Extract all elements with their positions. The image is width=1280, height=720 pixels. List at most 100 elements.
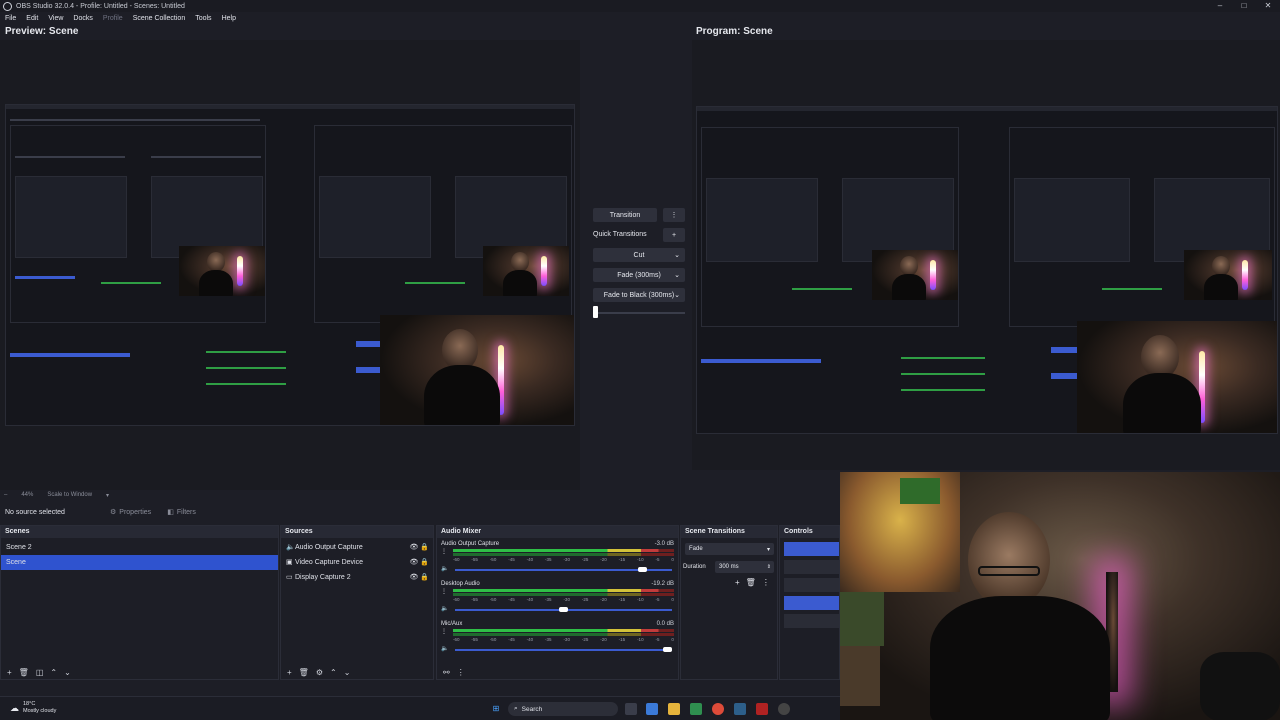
plus-icon: +	[671, 231, 677, 239]
scenes-toolbar: + 🗑 ◫ ⌃ ⌄	[1, 665, 278, 679]
chevron-down-icon: ⌄	[674, 252, 680, 259]
virtual-camera-button[interactable]	[784, 578, 839, 592]
eye-icon[interactable]: 👁	[409, 574, 418, 581]
eye-icon[interactable]: 👁	[409, 559, 418, 566]
chevron-down-icon: ▾	[766, 546, 770, 553]
add-icon[interactable]: +	[287, 668, 292, 677]
minimize-button[interactable]: –	[1208, 0, 1232, 12]
filter-icon[interactable]: ◫	[36, 668, 44, 677]
meter-tick-label: -45	[508, 557, 515, 562]
chrome-icon[interactable]	[712, 703, 724, 715]
trash-icon[interactable]: 🗑	[19, 668, 29, 677]
source-item[interactable]: 🔈Audio Output Capture 👁 🔒	[281, 540, 433, 555]
menu-profile[interactable]: Profile	[103, 15, 123, 22]
transition-select[interactable]: Fade ▾	[685, 543, 774, 555]
studio-mode-button[interactable]	[784, 596, 839, 610]
lock-icon[interactable]: 🔒	[420, 544, 429, 551]
taskbar-search[interactable]: ⌕ Search	[508, 702, 618, 716]
quick-transition-cut[interactable]: Cut ⌄	[593, 248, 685, 262]
zoom-minus-icon[interactable]: –	[4, 492, 7, 498]
lock-icon[interactable]: 🔒	[420, 574, 429, 581]
duration-field[interactable]: 300 ms ⇕	[715, 561, 774, 573]
file-explorer-icon[interactable]	[668, 703, 680, 715]
meter-tick-label: -60	[453, 637, 460, 642]
trash-icon[interactable]: 🗑	[746, 578, 756, 587]
transition-menu-button[interactable]: ⋮	[663, 208, 685, 222]
start-streaming-button[interactable]	[784, 542, 839, 556]
meter-tick-label: -10	[637, 597, 644, 602]
spinner-icon[interactable]: ⇕	[767, 564, 771, 570]
tbar-handle[interactable]	[593, 306, 598, 318]
scene-transitions-dock: Scene Transitions Fade ▾ Duration 300 ms ⇕…	[680, 525, 778, 680]
scene-item[interactable]: Scene 2	[1, 540, 278, 555]
add-icon[interactable]: +	[735, 578, 740, 587]
menu-docks[interactable]: Docks	[73, 15, 92, 22]
controls-title: Controls	[780, 526, 839, 538]
chevron-down-icon: ⌄	[674, 292, 680, 299]
kebab-icon[interactable]: ⋮	[441, 628, 447, 635]
copilot-icon[interactable]	[646, 703, 658, 715]
kebab-icon[interactable]: ⋮	[441, 588, 447, 595]
source-item[interactable]: ▣ Video Capture Device 👁 🔒	[281, 555, 433, 570]
menu-view[interactable]: View	[48, 15, 63, 22]
windows-start-icon[interactable]: ⊞	[490, 703, 502, 715]
speaker-icon[interactable]: 🔈	[441, 565, 448, 572]
start-recording-button[interactable]	[784, 560, 839, 574]
quick-transition-fade-black[interactable]: Fade to Black (300ms) ⌄	[593, 288, 685, 302]
meter-tick-label: -40	[526, 557, 534, 562]
maximize-button[interactable]: □	[1232, 0, 1256, 12]
close-button[interactable]: ✕	[1256, 0, 1280, 12]
chevron-down-icon[interactable]: ▾	[106, 492, 109, 499]
trash-icon[interactable]: 🗑	[299, 668, 309, 677]
source-item[interactable]: ▭ Display Capture 2 👁 🔒	[281, 570, 433, 585]
move-up-icon[interactable]: ⌃	[330, 668, 337, 677]
menu-tools[interactable]: Tools	[195, 15, 211, 22]
move-down-icon[interactable]: ⌄	[344, 668, 351, 677]
channel-name: Audio Output Capture	[441, 541, 500, 547]
quick-transition-fade[interactable]: Fade (300ms) ⌄	[593, 268, 685, 282]
audio-mixer-dock: Audio Mixer Audio Output Capture -3.0 dB ⋮…	[436, 525, 679, 680]
channel-db: -3.0 dB	[654, 541, 674, 547]
kebab-icon[interactable]: ⋮	[762, 578, 770, 587]
scene-item-selected[interactable]: Scene	[1, 555, 278, 570]
zoom-mode[interactable]: Scale to Window	[47, 492, 92, 498]
gear-icon[interactable]: ⚙	[316, 668, 323, 677]
meter-tick-label: -50	[489, 637, 497, 642]
kebab-icon[interactable]: ⋮	[441, 548, 447, 555]
volume-slider-handle[interactable]	[638, 567, 648, 572]
move-up-icon[interactable]: ⌃	[50, 668, 57, 677]
app-icon[interactable]	[756, 703, 768, 715]
channel-name: Mic/Aux	[441, 621, 463, 627]
transition-controls: Transition ⋮ Quick Transitions + Cut ⌄ Fa…	[590, 40, 690, 492]
duration-label: Duration	[683, 564, 706, 570]
meter-tick-label: -35	[545, 597, 552, 602]
kebab-icon[interactable]: ⋮	[457, 668, 465, 677]
add-quick-transition-button[interactable]: +	[663, 228, 685, 242]
menu-help[interactable]: Help	[222, 15, 236, 22]
lock-icon[interactable]: 🔒	[420, 559, 429, 566]
eye-icon[interactable]: 👁	[409, 544, 418, 551]
volume-slider-handle[interactable]	[559, 607, 568, 612]
volume-slider-handle[interactable]	[663, 647, 672, 652]
program-canvas	[692, 40, 1280, 470]
task-view-icon[interactable]	[625, 703, 637, 715]
properties-button[interactable]: ⚙ Properties	[110, 508, 151, 517]
transition-button[interactable]: Transition	[593, 208, 657, 222]
move-down-icon[interactable]: ⌄	[64, 668, 71, 677]
settings-button[interactable]	[784, 614, 839, 628]
menu-scene-collection[interactable]: Scene Collection	[133, 15, 186, 22]
menu-file[interactable]: File	[5, 15, 16, 22]
meter-tick-label: -50	[489, 597, 497, 602]
add-icon[interactable]: +	[7, 668, 12, 677]
menu-edit[interactable]: Edit	[26, 15, 38, 22]
weather-widget[interactable]: ☁ 18°C Mostly cloudy	[10, 701, 56, 715]
speaker-icon[interactable]: 🔈	[441, 645, 448, 652]
filters-button[interactable]: ◧ Filters	[167, 508, 196, 517]
link-icon[interactable]: ⚯	[443, 668, 450, 677]
app-icon[interactable]	[734, 703, 746, 715]
meter-tick-label: -55	[471, 557, 478, 562]
preview-canvas[interactable]	[0, 40, 580, 490]
store-icon[interactable]	[690, 703, 702, 715]
speaker-icon[interactable]: 🔈	[441, 605, 448, 612]
obs-taskbar-icon[interactable]	[778, 703, 790, 715]
